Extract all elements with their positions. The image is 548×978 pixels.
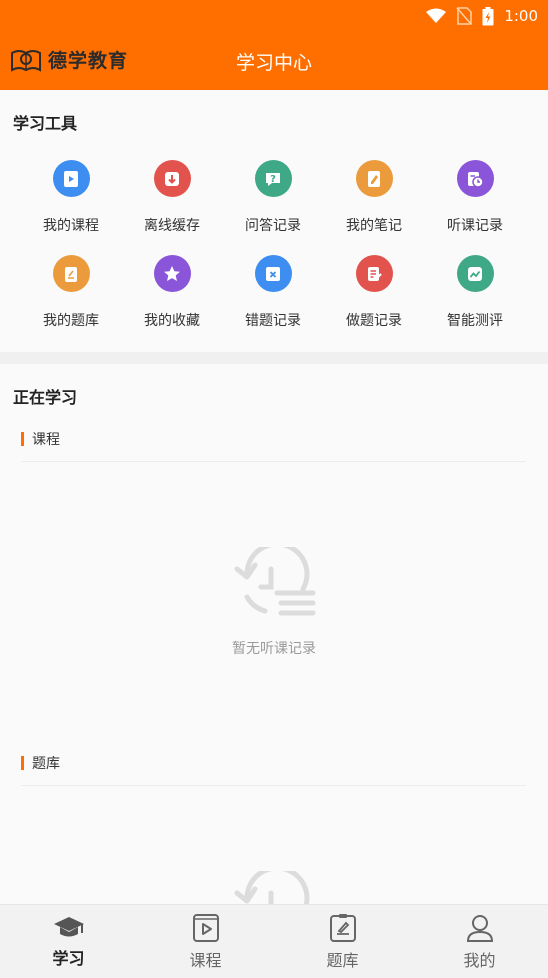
tool-my-courses[interactable]: 我的课程 [21,160,121,235]
tool-label: 我的课程 [43,218,99,234]
status-bar: 1:00 [0,0,548,32]
play-card-icon [52,160,90,197]
wrong-question-icon [254,255,292,292]
history-icon [456,160,494,197]
battery-icon [482,6,494,25]
edit-record-icon [355,255,393,292]
video-icon [192,914,219,942]
tab-label: 课程 [189,951,222,970]
no-sim-icon [456,7,473,25]
tool-label: 做题记录 [346,313,402,329]
star-icon [153,255,191,292]
download-icon [153,160,191,197]
empty-history-icon [234,547,316,616]
course-subheader-label: 课程 [32,432,60,448]
tab-profile[interactable]: 我的 [411,905,548,978]
divider [21,461,526,462]
section-divider [0,352,548,364]
tool-smart-assessment[interactable]: 智能测评 [425,255,525,330]
tool-listening-records[interactable]: 听课记录 [425,160,525,235]
tool-label: 离线缓存 [144,218,200,234]
learning-tools-title: 学习工具 [13,114,78,133]
svg-text:?: ? [270,174,276,185]
app-bar: 德学教育 学习中心 [0,32,548,90]
tab-label: 学习 [52,949,85,968]
tool-practice-records[interactable]: 做题记录 [324,255,424,330]
question-icon: ? [254,160,292,197]
wifi-icon [426,8,447,23]
status-time: 1:00 [504,7,538,25]
tool-label: 问答记录 [245,218,301,234]
tab-label: 题库 [326,951,359,970]
page-title: 学习中心 [235,52,312,74]
user-icon [466,915,493,942]
tab-question-bank[interactable]: 题库 [274,905,411,978]
note-icon [355,160,393,197]
exam-icon [329,914,356,942]
divider [21,785,526,786]
tool-wrong-questions[interactable]: 错题记录 [223,255,323,330]
learning-tools-section: 学习工具 我的课程 离线缓存 ? 问答记录 我的笔记 听课记录 我的题库 我的收… [0,90,548,352]
question-bank-subheader: 题库 [21,753,60,773]
empty-history-icon [234,871,310,904]
currently-learning-section: 正在学习 课程 暂无听课记录 题库 [0,364,548,904]
question-bank-subheader-label: 题库 [32,756,60,772]
tool-label: 听课记录 [447,218,503,234]
accent-bar [21,432,24,446]
tool-label: 智能测评 [447,313,503,329]
tool-label: 我的题库 [43,313,99,329]
tool-label: 错题记录 [245,313,301,329]
tab-label: 我的 [463,951,496,970]
bottom-tab-bar: 学习 课程 题库 我的 [0,904,548,978]
tool-my-notes[interactable]: 我的笔记 [324,160,424,235]
tool-offline-cache[interactable]: 离线缓存 [122,160,222,235]
tool-label: 我的收藏 [144,313,200,329]
tab-study[interactable]: 学习 [0,905,137,978]
empty-state-text: 暂无听课记录 [232,641,316,657]
accent-bar [21,756,24,770]
course-subheader: 课程 [21,429,60,449]
assessment-icon [456,255,494,292]
currently-learning-title: 正在学习 [13,388,78,407]
graduation-cap-icon [53,917,84,937]
tool-qa-records[interactable]: ? 问答记录 [223,160,323,235]
tab-courses[interactable]: 课程 [137,905,274,978]
tool-my-question-bank[interactable]: 我的题库 [21,255,121,330]
tool-my-favorites[interactable]: 我的收藏 [122,255,222,330]
question-bank-icon [52,255,90,292]
tool-label: 我的笔记 [346,218,402,234]
